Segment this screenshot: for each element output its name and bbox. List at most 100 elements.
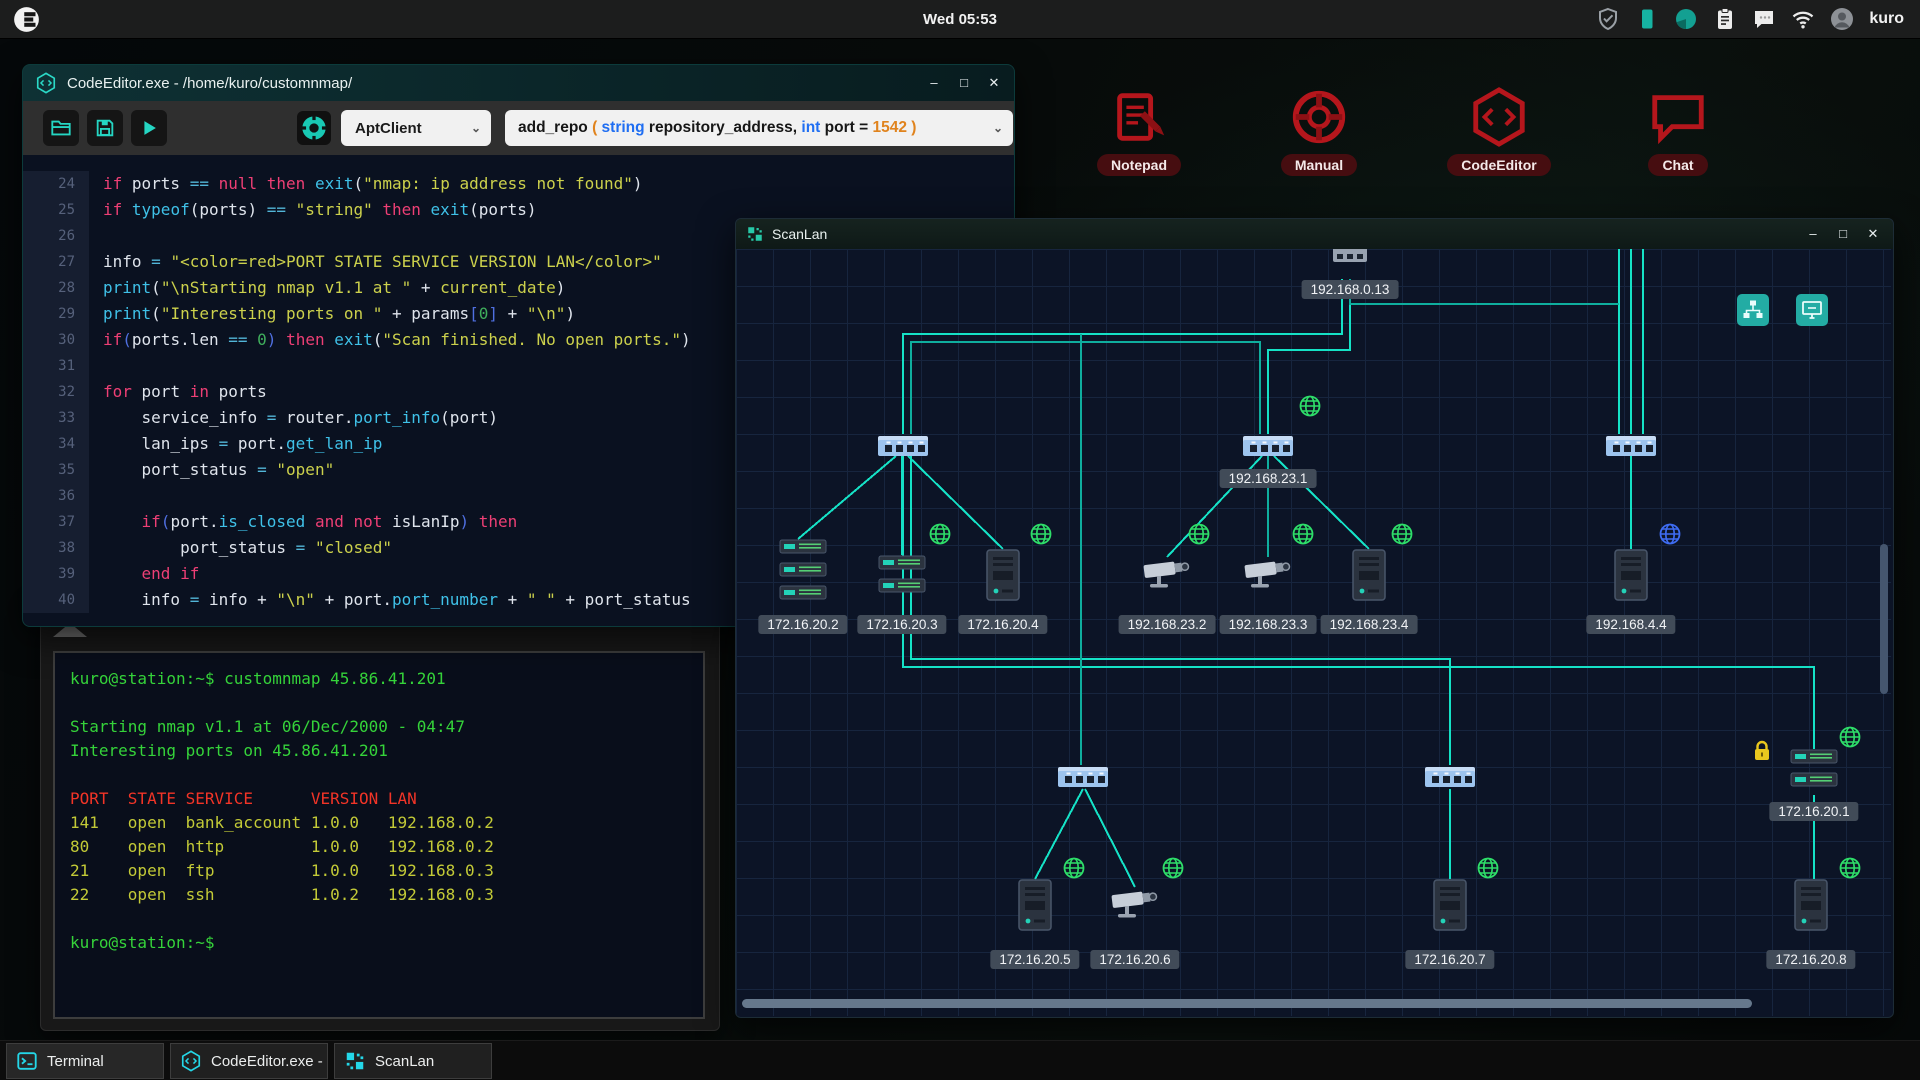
network-link xyxy=(903,456,1814,749)
code-text: port_status = "closed" xyxy=(89,535,392,561)
ip-label: 172.16.20.8 xyxy=(1766,950,1855,969)
window-title: ScanLan xyxy=(772,226,827,242)
sw-d-device[interactable] xyxy=(1057,765,1109,789)
close-button[interactable]: ✕ xyxy=(1865,226,1881,242)
open-file-button[interactable] xyxy=(43,110,79,146)
run-button[interactable] xyxy=(131,110,167,146)
terminal-line: Interesting ports on 45.86.41.201 xyxy=(70,739,703,763)
codehex-icon xyxy=(1468,86,1530,148)
minimize-button[interactable]: – xyxy=(1805,226,1821,242)
terminal-line xyxy=(70,907,703,931)
top-system-bar: Wed 05:53 kuro xyxy=(0,0,1920,39)
sw-b-device[interactable] xyxy=(1242,434,1294,458)
n-192-168-4-4-device[interactable] xyxy=(1613,549,1649,601)
taskbar-item-terminal[interactable]: Terminal xyxy=(6,1043,164,1079)
n-192-168-23-2-device[interactable] xyxy=(1142,557,1192,591)
terminal-window[interactable]: kuro@station:~$ customnmap 45.86.41.201 … xyxy=(40,604,720,1031)
os-logo-icon[interactable] xyxy=(13,6,40,33)
maximize-button[interactable]: □ xyxy=(956,75,972,91)
network-link xyxy=(911,456,1450,765)
sw-c-device[interactable] xyxy=(1605,434,1657,458)
library-dropdown[interactable]: AptClient ⌄ xyxy=(341,110,491,146)
taskbar-item-label: Terminal xyxy=(47,1053,104,1070)
function-signature-hint[interactable]: add_repo ( string repository_address, in… xyxy=(505,110,1013,146)
map-tool-sitemap-button[interactable] xyxy=(1737,294,1769,326)
taskbar-item-label: CodeEditor.exe - … xyxy=(211,1053,327,1070)
ip-label: 192.168.4.4 xyxy=(1586,615,1675,634)
network-link xyxy=(1085,789,1135,887)
save-button[interactable] xyxy=(87,110,123,146)
internet-globe-icon xyxy=(1062,856,1086,880)
battery-icon[interactable] xyxy=(1635,7,1659,31)
network-map[interactable]: 192.168.0.13192.168.23.1172.16.20.2172.1… xyxy=(736,249,1891,1016)
close-button[interactable]: ✕ xyxy=(986,75,1002,91)
network-link xyxy=(911,342,1260,434)
system-tray: kuro xyxy=(1596,0,1904,38)
n-172-16-20-5-device[interactable] xyxy=(1017,879,1053,931)
maximize-button[interactable]: □ xyxy=(1835,226,1851,242)
horizontal-scrollbar[interactable] xyxy=(742,999,1752,1008)
taskbar-item-scanlan[interactable]: ScanLan xyxy=(334,1043,492,1079)
desktop-icon-chat[interactable]: Chat xyxy=(1603,86,1753,176)
scanlan-window[interactable]: ScanLan – □ ✕ 192.168.0.13192.168.23.117… xyxy=(735,218,1894,1018)
code-text: end if xyxy=(89,561,199,587)
internet-globe-icon xyxy=(1298,394,1322,418)
code-text: print("\nStarting nmap v1.1 at " + curre… xyxy=(89,275,565,301)
clipboard-icon[interactable] xyxy=(1713,7,1737,31)
terminal-line: kuro@station:~$ customnmap 45.86.41.201 xyxy=(70,667,703,691)
code-text xyxy=(89,223,103,249)
terminal-screen[interactable]: kuro@station:~$ customnmap 45.86.41.201 … xyxy=(53,651,705,1019)
n-172-16-20-4-device[interactable] xyxy=(985,549,1021,601)
taskbar-item-codeeditor-exe-[interactable]: CodeEditor.exe - … xyxy=(170,1043,328,1079)
n-172-16-20-7-device[interactable] xyxy=(1432,879,1468,931)
n-192-168-23-3-device[interactable] xyxy=(1243,557,1293,591)
code-text: if typeof(ports) == "string" then exit(p… xyxy=(89,197,537,223)
shield-icon[interactable] xyxy=(1596,7,1620,31)
network-link xyxy=(798,456,896,539)
avatar-icon[interactable] xyxy=(1830,7,1854,31)
map-tool-monitor-button[interactable] xyxy=(1796,294,1828,326)
ip-label: 192.168.23.4 xyxy=(1321,615,1418,634)
internet-globe-icon xyxy=(1838,725,1862,749)
ip-label: 172.16.20.3 xyxy=(857,615,946,634)
line-number: 33 xyxy=(23,405,89,431)
code-text xyxy=(89,483,103,509)
tray-icons xyxy=(1596,7,1854,31)
username: kuro xyxy=(1869,10,1904,28)
wifi-icon[interactable] xyxy=(1791,7,1815,31)
internet-globe-icon xyxy=(1476,856,1500,880)
chatsq-icon[interactable] xyxy=(1752,7,1776,31)
manual-icon xyxy=(1288,86,1350,148)
minimize-button[interactable]: – xyxy=(926,75,942,91)
top-device-device[interactable] xyxy=(1332,249,1368,263)
internet-globe-icon xyxy=(1390,522,1414,546)
code-text: info = info + "\n" + port.port_number + … xyxy=(89,587,691,613)
scanlan-titlebar[interactable]: ScanLan – □ ✕ xyxy=(736,219,1893,249)
n-172-16-20-2-device[interactable] xyxy=(779,539,827,601)
sw-a-device[interactable] xyxy=(877,434,929,458)
desktop-icon-notepad[interactable]: Notepad xyxy=(1064,86,1214,176)
pie-icon[interactable] xyxy=(1674,7,1698,31)
code-text: if(port.is_closed and not isLanIp) then xyxy=(89,509,517,535)
line-number: 27 xyxy=(23,249,89,275)
terminal-line: Starting nmap v1.1 at 06/Dec/2000 - 04:4… xyxy=(70,715,703,739)
code-editor-titlebar[interactable]: CodeEditor.exe - /home/kuro/customnmap/ … xyxy=(23,65,1014,101)
line-number: 29 xyxy=(23,301,89,327)
desktop-icon-manual[interactable]: Manual xyxy=(1244,86,1394,176)
window-title: CodeEditor.exe - /home/kuro/customnmap/ xyxy=(67,75,352,92)
vertical-scrollbar[interactable] xyxy=(1880,544,1888,694)
code-line[interactable]: 24if ports == null then exit("nmap: ip a… xyxy=(23,171,1014,197)
line-number: 26 xyxy=(23,223,89,249)
lock-icon xyxy=(1750,739,1774,763)
n-172-16-20-8-device[interactable] xyxy=(1793,879,1829,931)
internet-globe-icon xyxy=(1161,856,1185,880)
code-text: if ports == null then exit("nmap: ip add… xyxy=(89,171,642,197)
desktop-icon-codeeditor[interactable]: CodeEditor xyxy=(1424,86,1574,176)
ip-label: 192.168.0.13 xyxy=(1302,280,1399,299)
line-number: 30 xyxy=(23,327,89,353)
sw-e-device[interactable] xyxy=(1424,765,1476,789)
n-192-168-23-4-device[interactable] xyxy=(1351,549,1387,601)
n-172-16-20-6-device[interactable] xyxy=(1110,887,1160,921)
n-172-16-20-1-device[interactable] xyxy=(1790,749,1838,789)
n-172-16-20-3-device[interactable] xyxy=(878,555,926,595)
